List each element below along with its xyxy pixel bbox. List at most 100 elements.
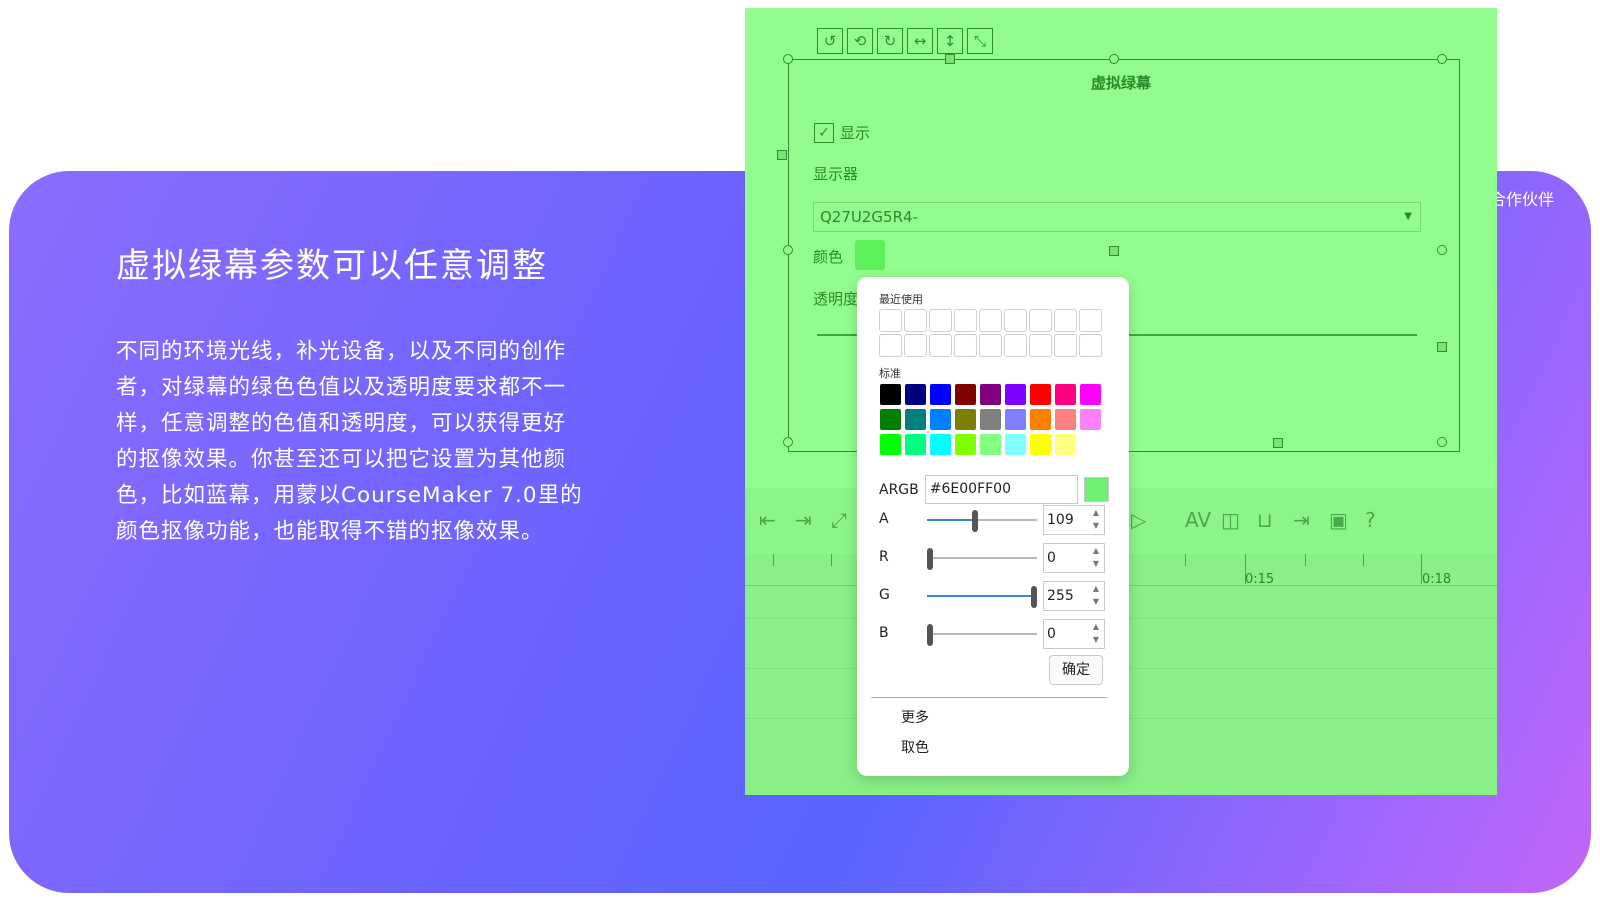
recent-color-swatch[interactable] [1079,334,1102,357]
show-checkbox-row[interactable]: ✓ 显示 [814,122,870,143]
ok-button[interactable]: 确定 [1049,655,1103,685]
chevron-down-icon[interactable]: ▼ [1093,635,1099,644]
standard-color-swatch[interactable] [979,433,1002,456]
resize-handle[interactable] [783,54,793,64]
anchor-handle[interactable] [1437,342,1447,352]
standard-color-swatch[interactable] [904,433,927,456]
channel-slider[interactable] [927,586,1037,608]
recent-color-swatch[interactable] [929,334,952,357]
recent-color-swatch[interactable] [904,309,927,332]
standard-color-swatch[interactable] [954,383,977,406]
chevron-up-icon[interactable]: ▲ [1093,508,1099,517]
standard-color-swatch[interactable] [1079,383,1102,406]
standard-color-swatch[interactable] [1029,433,1052,456]
channel-slider[interactable] [927,624,1037,646]
standard-color-swatch[interactable] [1054,383,1077,406]
standard-color-swatch[interactable] [954,408,977,431]
recent-color-swatch[interactable] [1029,334,1052,357]
standard-color-swatch[interactable] [929,433,952,456]
crop-icon[interactable]: ⤢ [831,508,847,532]
text-spacing-icon[interactable]: AV [1185,508,1211,532]
standard-color-swatch[interactable] [879,408,902,431]
stretch-horizontal-icon[interactable]: ↔ [907,28,933,54]
standard-color-swatch[interactable] [879,433,902,456]
pick-color-menu-item[interactable]: 取色 [901,725,929,757]
argb-input[interactable]: #6E00FF00 [924,475,1078,504]
standard-color-swatch[interactable] [1004,433,1027,456]
resize-handle[interactable] [1109,54,1119,64]
resize-handle[interactable] [1437,54,1447,64]
recent-color-swatch[interactable] [1004,309,1027,332]
channel-slider-thumb[interactable] [1031,586,1037,608]
resize-handle[interactable] [783,245,793,255]
standard-color-swatch[interactable] [1004,383,1027,406]
show-checkbox[interactable]: ✓ [814,122,834,143]
chevron-down-icon[interactable]: ▼ [1093,597,1099,606]
channel-slider-thumb[interactable] [927,624,933,646]
channel-slider[interactable] [927,548,1037,570]
recent-color-swatch[interactable] [979,334,1002,357]
help-icon[interactable]: ? [1365,508,1376,532]
channel-spinbox[interactable]: 0 ▲ ▼ [1043,619,1105,649]
more-menu-item[interactable]: 更多 [901,697,929,727]
recent-color-swatch[interactable] [954,334,977,357]
chevron-up-icon[interactable]: ▲ [1093,584,1099,593]
resize-handle[interactable] [1437,245,1447,255]
export-icon[interactable]: ⇥ [1293,508,1310,532]
recent-color-swatch[interactable] [904,334,927,357]
anchor-handle[interactable] [945,54,955,64]
standard-color-swatch[interactable] [1004,408,1027,431]
standard-color-swatch[interactable] [1029,383,1052,406]
channel-spinbox[interactable]: 0 ▲ ▼ [1043,543,1105,573]
standard-color-swatch[interactable] [929,383,952,406]
chevron-down-icon[interactable]: ▼ [1093,559,1099,568]
recent-color-swatch[interactable] [879,309,902,332]
standard-color-swatch[interactable] [954,433,977,456]
recent-color-swatch[interactable] [879,334,902,357]
recent-color-swatch[interactable] [954,309,977,332]
channel-slider-thumb[interactable] [927,548,933,570]
standard-color-swatch[interactable] [904,383,927,406]
trim-end-icon[interactable]: ⇥ [795,508,812,532]
standard-color-swatch[interactable] [1054,433,1077,456]
standard-color-swatch[interactable] [879,383,902,406]
anchor-handle[interactable] [777,150,787,160]
channel-spinbox[interactable]: 109 ▲ ▼ [1043,505,1105,535]
color-swatch-button[interactable] [855,240,885,270]
play-icon[interactable]: ▷ [1131,508,1146,532]
standard-color-swatch[interactable] [979,408,1002,431]
channel-slider-thumb[interactable] [972,510,978,532]
standard-color-swatch[interactable] [979,383,1002,406]
monitor-select[interactable]: Q27U2G5R4- ▼ [813,202,1421,232]
resize-handle[interactable] [1437,437,1447,447]
recent-color-swatch[interactable] [979,309,1002,332]
recent-color-swatch[interactable] [1004,334,1027,357]
recent-color-swatch[interactable] [1079,309,1102,332]
image-icon[interactable]: ▣ [1329,508,1348,532]
rotate-left-icon[interactable]: ↺ [817,28,843,54]
chevron-up-icon[interactable]: ▲ [1093,546,1099,555]
chevron-down-icon[interactable]: ▼ [1093,521,1099,530]
flip-icon[interactable]: ⟲ [847,28,873,54]
standard-color-swatch[interactable] [904,408,927,431]
partner-link[interactable]: 合作伙伴 [1490,186,1554,210]
trim-start-icon[interactable]: ⇤ [759,508,776,532]
stretch-vertical-icon[interactable]: ↕ [937,28,963,54]
channel-slider[interactable] [927,510,1037,532]
standard-color-swatch[interactable] [1079,433,1102,456]
standard-color-swatch[interactable] [1029,408,1052,431]
anchor-handle[interactable] [1273,438,1283,448]
recent-color-swatch[interactable] [929,309,952,332]
rotate-right-icon[interactable]: ↻ [877,28,903,54]
gap-icon[interactable]: ⊔ [1257,508,1273,532]
recent-color-swatch[interactable] [1054,309,1077,332]
chevron-up-icon[interactable]: ▲ [1093,622,1099,631]
recent-color-swatch[interactable] [1054,334,1077,357]
channel-spinbox[interactable]: 255 ▲ ▼ [1043,581,1105,611]
anchor-handle[interactable] [1109,246,1119,256]
standard-color-swatch[interactable] [1054,408,1077,431]
standard-color-swatch[interactable] [929,408,952,431]
stretch-diagonal-icon[interactable]: ⤡ [967,28,993,54]
standard-color-swatch[interactable] [1079,408,1102,431]
split-icon[interactable]: ◫ [1221,508,1240,532]
